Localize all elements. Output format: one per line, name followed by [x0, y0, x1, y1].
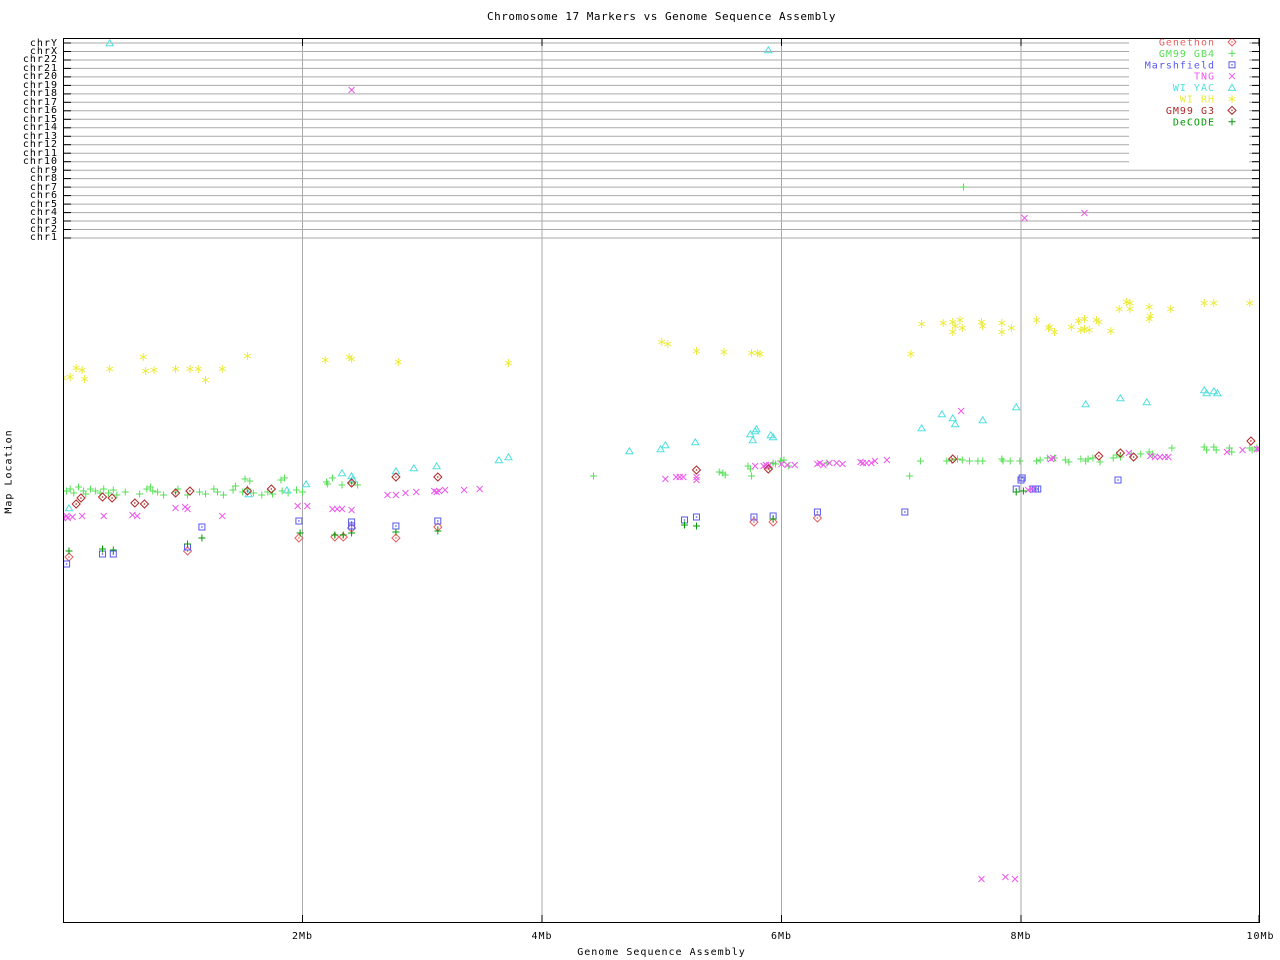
y-tick-label-chr1: chr1: [29, 232, 58, 244]
y-axis-label: Map Location: [3, 429, 15, 514]
x-tick-label-2Mb: 2Mb: [291, 931, 314, 942]
chart-screen: Chromosome 17 Markers vs Genome Sequence…: [0, 0, 1280, 960]
svg-text:TNG: TNG: [1194, 72, 1215, 83]
x-tick-label-8Mb: 8Mb: [1010, 931, 1032, 942]
svg-text:WI YAC: WI YAC: [1173, 83, 1215, 94]
svg-text:Marshfield: Marshfield: [1145, 60, 1215, 71]
x-tick-label-10Mb: 10Mb: [1246, 931, 1275, 942]
scatter-plot: GenethonGM99 GB4MarshfieldTNGWI YACWI RH…: [63, 38, 1260, 923]
x-axis-label: Genome Sequence Assembly: [577, 947, 746, 958]
svg-text:DeCODE: DeCODE: [1173, 117, 1215, 128]
svg-text:WI RH: WI RH: [1180, 95, 1215, 106]
x-tick-label-4Mb: 4Mb: [531, 931, 553, 942]
x-tick-label-6Mb: 6Mb: [770, 931, 793, 942]
svg-text:GM99 GB4: GM99 GB4: [1159, 49, 1215, 60]
svg-text:Genethon: Genethon: [1159, 38, 1215, 49]
chart-title: Chromosome 17 Markers vs Genome Sequence…: [486, 10, 836, 23]
svg-text:GM99 G3: GM99 G3: [1166, 106, 1215, 117]
